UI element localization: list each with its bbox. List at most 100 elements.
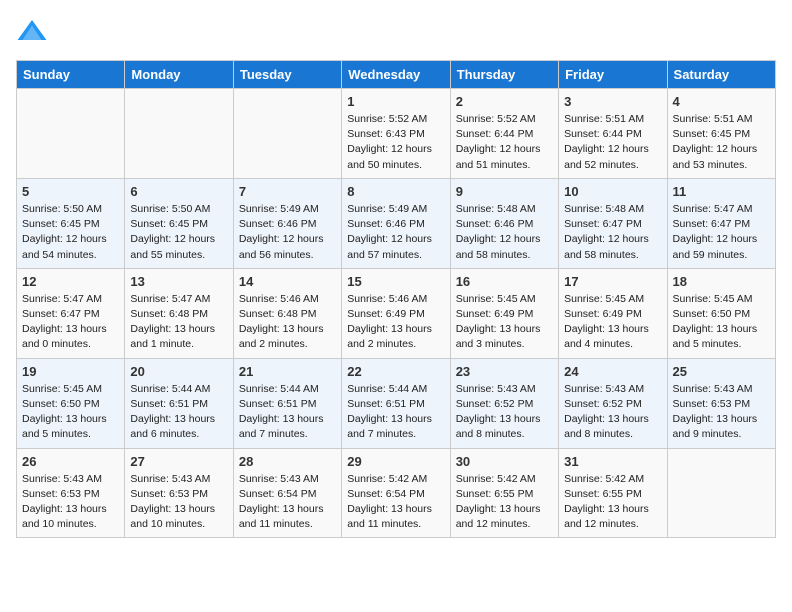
calendar-cell: 19 Sunrise: 5:45 AM Sunset: 6:50 PM Dayli…: [17, 358, 125, 448]
day-number: 15: [347, 274, 444, 289]
page-header: [16, 16, 776, 48]
day-info: Sunrise: 5:42 AM Sunset: 6:55 PM Dayligh…: [564, 472, 661, 533]
week-row: 12 Sunrise: 5:47 AM Sunset: 6:47 PM Dayli…: [17, 268, 776, 358]
week-row: 5 Sunrise: 5:50 AM Sunset: 6:45 PM Daylig…: [17, 178, 776, 268]
header-cell-wednesday: Wednesday: [342, 61, 450, 89]
calendar-cell: 9 Sunrise: 5:48 AM Sunset: 6:46 PM Daylig…: [450, 178, 558, 268]
calendar-cell: [17, 89, 125, 179]
day-number: 27: [130, 454, 227, 469]
header-cell-thursday: Thursday: [450, 61, 558, 89]
day-number: 12: [22, 274, 119, 289]
day-info: Sunrise: 5:47 AM Sunset: 6:47 PM Dayligh…: [673, 202, 770, 263]
day-info: Sunrise: 5:43 AM Sunset: 6:54 PM Dayligh…: [239, 472, 336, 533]
day-number: 18: [673, 274, 770, 289]
week-row: 26 Sunrise: 5:43 AM Sunset: 6:53 PM Dayli…: [17, 448, 776, 538]
calendar-cell: 29 Sunrise: 5:42 AM Sunset: 6:54 PM Dayli…: [342, 448, 450, 538]
calendar-cell: 21 Sunrise: 5:44 AM Sunset: 6:51 PM Dayli…: [233, 358, 341, 448]
day-number: 28: [239, 454, 336, 469]
day-number: 3: [564, 94, 661, 109]
calendar-cell: 16 Sunrise: 5:45 AM Sunset: 6:49 PM Dayli…: [450, 268, 558, 358]
calendar-cell: 27 Sunrise: 5:43 AM Sunset: 6:53 PM Dayli…: [125, 448, 233, 538]
calendar-cell: 18 Sunrise: 5:45 AM Sunset: 6:50 PM Dayli…: [667, 268, 775, 358]
day-info: Sunrise: 5:43 AM Sunset: 6:53 PM Dayligh…: [130, 472, 227, 533]
calendar-cell: 26 Sunrise: 5:43 AM Sunset: 6:53 PM Dayli…: [17, 448, 125, 538]
day-info: Sunrise: 5:43 AM Sunset: 6:53 PM Dayligh…: [673, 382, 770, 443]
day-info: Sunrise: 5:47 AM Sunset: 6:48 PM Dayligh…: [130, 292, 227, 353]
day-info: Sunrise: 5:42 AM Sunset: 6:54 PM Dayligh…: [347, 472, 444, 533]
day-info: Sunrise: 5:42 AM Sunset: 6:55 PM Dayligh…: [456, 472, 553, 533]
day-number: 2: [456, 94, 553, 109]
day-info: Sunrise: 5:49 AM Sunset: 6:46 PM Dayligh…: [239, 202, 336, 263]
day-info: Sunrise: 5:43 AM Sunset: 6:52 PM Dayligh…: [564, 382, 661, 443]
calendar-cell: 25 Sunrise: 5:43 AM Sunset: 6:53 PM Dayli…: [667, 358, 775, 448]
calendar-cell: 30 Sunrise: 5:42 AM Sunset: 6:55 PM Dayli…: [450, 448, 558, 538]
logo-icon: [16, 16, 48, 48]
day-info: Sunrise: 5:43 AM Sunset: 6:52 PM Dayligh…: [456, 382, 553, 443]
week-row: 1 Sunrise: 5:52 AM Sunset: 6:43 PM Daylig…: [17, 89, 776, 179]
header-cell-saturday: Saturday: [667, 61, 775, 89]
day-info: Sunrise: 5:51 AM Sunset: 6:44 PM Dayligh…: [564, 112, 661, 173]
day-info: Sunrise: 5:52 AM Sunset: 6:43 PM Dayligh…: [347, 112, 444, 173]
calendar-cell: 20 Sunrise: 5:44 AM Sunset: 6:51 PM Dayli…: [125, 358, 233, 448]
day-number: 17: [564, 274, 661, 289]
calendar-cell: 24Sunrise: 5:43 AM Sunset: 6:52 PM Dayli…: [559, 358, 667, 448]
day-number: 29: [347, 454, 444, 469]
day-info: Sunrise: 5:48 AM Sunset: 6:46 PM Dayligh…: [456, 202, 553, 263]
calendar-cell: 13 Sunrise: 5:47 AM Sunset: 6:48 PM Dayli…: [125, 268, 233, 358]
day-number: 1: [347, 94, 444, 109]
day-info: Sunrise: 5:45 AM Sunset: 6:49 PM Dayligh…: [456, 292, 553, 353]
day-number: 16: [456, 274, 553, 289]
day-info: Sunrise: 5:45 AM Sunset: 6:50 PM Dayligh…: [673, 292, 770, 353]
day-number: 21: [239, 364, 336, 379]
day-number: 25: [673, 364, 770, 379]
day-number: 4: [673, 94, 770, 109]
day-number: 14: [239, 274, 336, 289]
day-info: Sunrise: 5:44 AM Sunset: 6:51 PM Dayligh…: [130, 382, 227, 443]
calendar-cell: 15 Sunrise: 5:46 AM Sunset: 6:49 PM Dayli…: [342, 268, 450, 358]
calendar-cell: 8Sunrise: 5:49 AM Sunset: 6:46 PM Daylig…: [342, 178, 450, 268]
week-row: 19 Sunrise: 5:45 AM Sunset: 6:50 PM Dayli…: [17, 358, 776, 448]
day-info: Sunrise: 5:45 AM Sunset: 6:49 PM Dayligh…: [564, 292, 661, 353]
day-info: Sunrise: 5:50 AM Sunset: 6:45 PM Dayligh…: [22, 202, 119, 263]
calendar-cell: 2Sunrise: 5:52 AM Sunset: 6:44 PM Daylig…: [450, 89, 558, 179]
calendar-cell: 12 Sunrise: 5:47 AM Sunset: 6:47 PM Dayli…: [17, 268, 125, 358]
header-cell-friday: Friday: [559, 61, 667, 89]
header-cell-sunday: Sunday: [17, 61, 125, 89]
calendar-cell: 14 Sunrise: 5:46 AM Sunset: 6:48 PM Dayli…: [233, 268, 341, 358]
calendar-cell: [667, 448, 775, 538]
day-number: 10: [564, 184, 661, 199]
day-info: Sunrise: 5:51 AM Sunset: 6:45 PM Dayligh…: [673, 112, 770, 173]
day-info: Sunrise: 5:47 AM Sunset: 6:47 PM Dayligh…: [22, 292, 119, 353]
day-info: Sunrise: 5:46 AM Sunset: 6:48 PM Dayligh…: [239, 292, 336, 353]
day-info: Sunrise: 5:46 AM Sunset: 6:49 PM Dayligh…: [347, 292, 444, 353]
calendar-table: SundayMondayTuesdayWednesdayThursdayFrid…: [16, 60, 776, 538]
day-number: 7: [239, 184, 336, 199]
header-row: SundayMondayTuesdayWednesdayThursdayFrid…: [17, 61, 776, 89]
header-cell-monday: Monday: [125, 61, 233, 89]
day-number: 30: [456, 454, 553, 469]
day-number: 19: [22, 364, 119, 379]
day-number: 5: [22, 184, 119, 199]
calendar-cell: 6 Sunrise: 5:50 AM Sunset: 6:45 PM Daylig…: [125, 178, 233, 268]
day-number: 6: [130, 184, 227, 199]
calendar-cell: 3 Sunrise: 5:51 AM Sunset: 6:44 PM Daylig…: [559, 89, 667, 179]
calendar-cell: 7 Sunrise: 5:49 AM Sunset: 6:46 PM Daylig…: [233, 178, 341, 268]
calendar-cell: 11Sunrise: 5:47 AM Sunset: 6:47 PM Dayli…: [667, 178, 775, 268]
day-number: 22: [347, 364, 444, 379]
calendar-cell: [233, 89, 341, 179]
calendar-cell: 22 Sunrise: 5:44 AM Sunset: 6:51 PM Dayli…: [342, 358, 450, 448]
day-info: Sunrise: 5:44 AM Sunset: 6:51 PM Dayligh…: [347, 382, 444, 443]
calendar-cell: 5 Sunrise: 5:50 AM Sunset: 6:45 PM Daylig…: [17, 178, 125, 268]
day-info: Sunrise: 5:50 AM Sunset: 6:45 PM Dayligh…: [130, 202, 227, 263]
day-number: 8: [347, 184, 444, 199]
day-info: Sunrise: 5:43 AM Sunset: 6:53 PM Dayligh…: [22, 472, 119, 533]
calendar-cell: 31 Sunrise: 5:42 AM Sunset: 6:55 PM Dayli…: [559, 448, 667, 538]
day-info: Sunrise: 5:44 AM Sunset: 6:51 PM Dayligh…: [239, 382, 336, 443]
day-number: 26: [22, 454, 119, 469]
day-number: 31: [564, 454, 661, 469]
day-number: 20: [130, 364, 227, 379]
day-info: Sunrise: 5:45 AM Sunset: 6:50 PM Dayligh…: [22, 382, 119, 443]
day-number: 13: [130, 274, 227, 289]
calendar-cell: 1 Sunrise: 5:52 AM Sunset: 6:43 PM Daylig…: [342, 89, 450, 179]
day-number: 9: [456, 184, 553, 199]
